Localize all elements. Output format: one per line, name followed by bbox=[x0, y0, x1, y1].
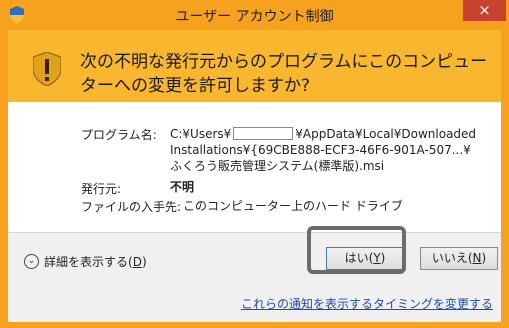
program-path-start: C:¥Users¥ bbox=[170, 127, 232, 141]
program-name-label: プログラム名: bbox=[81, 128, 157, 142]
chevron-down-circle-icon[interactable]: ⌄ bbox=[24, 254, 39, 269]
origin-value: このコンピューター上のハード ドライブ bbox=[183, 199, 403, 213]
uac-dialog: ユーザー アカウント制御 × 次の不明な発行元からのプログラムにこのコンピュータ… bbox=[0, 0, 509, 328]
details-panel: プログラム名: C:¥Users¥ ¥AppData¥Local¥Download… bbox=[8, 102, 501, 232]
no-close-paren: ) bbox=[481, 251, 487, 265]
close-button[interactable]: × bbox=[463, 0, 506, 21]
origin-label: ファイルの入手先: bbox=[81, 200, 182, 214]
program-path-line-1: C:¥Users¥ ¥AppData¥Local¥Downloaded bbox=[170, 126, 476, 142]
redacted-username bbox=[233, 127, 294, 140]
dialog-footer: ⌄ 詳細を表示する(D) はい(Y) いいえ(N) これらの通知を表示するタイミ… bbox=[8, 232, 501, 322]
notification-settings-link[interactable]: これらの通知を表示するタイミングを変更する bbox=[241, 295, 493, 312]
yes-button-highlight bbox=[307, 226, 406, 274]
no-button[interactable]: いいえ(N) bbox=[420, 247, 498, 270]
show-details-toggle[interactable]: 詳細を表示する(D) bbox=[44, 253, 147, 270]
warning-banner: 次の不明な発行元からのプログラムにこのコンピューターへの変更を許可しますか? bbox=[8, 30, 501, 102]
banner-message: 次の不明な発行元からのプログラムにこのコンピューターへの変更を許可しますか? bbox=[80, 52, 488, 96]
window-title: ユーザー アカウント制御 bbox=[175, 9, 334, 25]
program-path-line-2: Installations¥{69CBE888-ECF3-46F6-901A-5… bbox=[170, 143, 471, 157]
title-bar: ユーザー アカウント制御 × bbox=[0, 0, 509, 30]
show-details-text: 詳細を表示する( bbox=[44, 255, 133, 269]
program-path-end: ¥AppData¥Local¥Downloaded bbox=[295, 127, 477, 141]
no-text: いいえ( bbox=[431, 251, 473, 265]
publisher-label: 発行元: bbox=[81, 182, 122, 196]
uac-shield-large-icon bbox=[33, 52, 61, 86]
show-details-close-paren: ) bbox=[141, 255, 147, 269]
program-path-line-3: ふくろう販売管理システム(標準版).msi bbox=[170, 159, 385, 173]
publisher-value: 不明 bbox=[170, 180, 195, 194]
show-details-accesskey: D bbox=[132, 255, 142, 269]
